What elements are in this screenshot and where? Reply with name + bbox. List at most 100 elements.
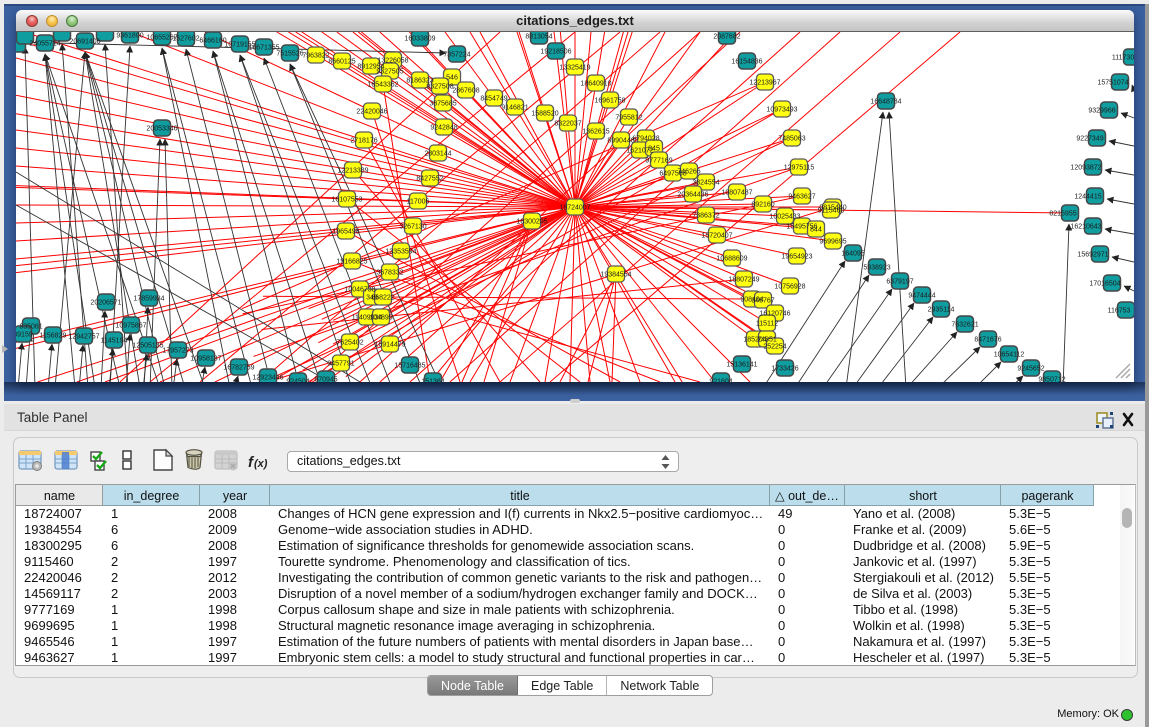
svg-text:9329966: 9329966 xyxy=(1088,108,1115,115)
svg-text:10046738: 10046738 xyxy=(344,287,375,294)
svg-text:2935114: 2935114 xyxy=(928,307,955,314)
svg-text:3824554: 3824554 xyxy=(692,180,719,187)
svg-text:13325419: 13325419 xyxy=(559,65,590,72)
svg-text:16914479: 16914479 xyxy=(374,342,405,349)
svg-text:12213967: 12213967 xyxy=(749,80,780,87)
svg-text:8215955: 8215955 xyxy=(1049,211,1076,218)
svg-text:17016504: 17016504 xyxy=(1089,281,1120,288)
svg-text:1733426: 1733426 xyxy=(771,366,798,373)
svg-text:9327508: 9327508 xyxy=(426,84,453,91)
svg-text:10958137: 10958137 xyxy=(190,356,221,363)
svg-text:1588520: 1588520 xyxy=(531,111,558,118)
svg-text:892160: 892160 xyxy=(751,202,774,209)
svg-text:19218506: 19218506 xyxy=(540,49,571,56)
svg-text:9457791: 9457791 xyxy=(327,361,354,368)
svg-text:20364436: 20364436 xyxy=(677,192,708,199)
svg-text:10975867: 10975867 xyxy=(115,323,146,330)
svg-text:845: 845 xyxy=(648,146,660,153)
svg-text:16107553: 16107553 xyxy=(331,197,362,204)
svg-text:2718176: 2718176 xyxy=(350,138,377,145)
svg-text:9242848: 9242848 xyxy=(430,125,457,132)
svg-text:18300295: 18300295 xyxy=(516,219,547,226)
svg-text:19384554: 19384554 xyxy=(600,272,631,279)
svg-text:8471676: 8471676 xyxy=(974,337,1001,344)
svg-text:1145194: 1145194 xyxy=(101,338,128,345)
svg-text:10807487: 10807487 xyxy=(721,190,752,197)
svg-text:15751074: 15751074 xyxy=(1097,80,1128,87)
svg-text:15692971: 15692971 xyxy=(1077,252,1108,259)
svg-text:870945: 870945 xyxy=(314,377,337,383)
svg-text:24055714: 24055714 xyxy=(29,41,60,48)
svg-text:10654112: 10654112 xyxy=(994,352,1025,359)
svg-text:9474444: 9474444 xyxy=(908,293,935,300)
svg-text:117006: 117006 xyxy=(407,199,430,206)
svg-text:10688609: 10688609 xyxy=(716,256,747,263)
svg-text:16210643: 16210643 xyxy=(1070,224,1101,231)
svg-text:24851: 24851 xyxy=(757,337,777,344)
svg-text:346767: 346767 xyxy=(751,298,774,305)
svg-text:16648784: 16648784 xyxy=(870,99,901,106)
svg-text:8427552: 8427552 xyxy=(416,176,443,183)
svg-text:16033809: 16033809 xyxy=(404,36,435,43)
svg-text:9699695: 9699695 xyxy=(819,239,846,246)
svg-text:19654923: 19654923 xyxy=(781,254,812,261)
svg-text:16154836: 16154836 xyxy=(731,59,762,66)
svg-text:7386372: 7386372 xyxy=(692,213,719,220)
svg-text:19166825: 19166825 xyxy=(336,259,367,266)
svg-text:12505135: 12505135 xyxy=(132,343,163,350)
svg-text:13353594: 13353594 xyxy=(385,249,416,256)
svg-text:164095: 164095 xyxy=(841,251,864,258)
svg-text:12923446: 12923446 xyxy=(252,375,283,382)
svg-text:16120746: 16120746 xyxy=(759,311,790,318)
svg-text:151364: 151364 xyxy=(421,379,444,383)
svg-text:16671355: 16671355 xyxy=(248,45,279,52)
svg-text:116753: 116753 xyxy=(1108,308,1131,315)
svg-text:18724007: 18724007 xyxy=(559,205,590,212)
svg-text:18640910: 18640910 xyxy=(580,81,611,88)
svg-text:12942757: 12942757 xyxy=(68,334,99,341)
svg-text:1117304: 1117304 xyxy=(1112,55,1134,62)
svg-text:(x): (x) xyxy=(254,458,268,470)
svg-text:2867608: 2867608 xyxy=(452,88,479,95)
svg-text:20206571: 20206571 xyxy=(90,300,121,307)
svg-text:104895: 104895 xyxy=(369,315,392,322)
svg-text:3678332: 3678332 xyxy=(376,270,403,277)
svg-text:2803144: 2803144 xyxy=(424,151,451,158)
svg-text:6794028: 6794028 xyxy=(632,136,659,143)
svg-text:746266: 746266 xyxy=(677,169,700,176)
svg-text:546: 546 xyxy=(446,75,458,82)
svg-text:1965498: 1965498 xyxy=(332,229,359,236)
svg-text:1244415: 1244415 xyxy=(1074,194,1101,201)
svg-text:6379197: 6379197 xyxy=(886,279,913,286)
svg-text:9850712: 9850712 xyxy=(1038,377,1065,383)
svg-text:20053346: 20053346 xyxy=(146,126,177,133)
svg-text:9227349: 9227349 xyxy=(1076,136,1103,143)
svg-text:17957273: 17957273 xyxy=(162,348,193,355)
svg-text:15716485: 15716485 xyxy=(394,363,425,370)
svg-text:7625402: 7625402 xyxy=(336,340,363,347)
svg-text:16782759: 16782759 xyxy=(223,365,254,372)
svg-text:17859934: 17859934 xyxy=(133,296,164,303)
svg-text:9361800: 9361800 xyxy=(116,33,143,40)
svg-text:12213389: 12213389 xyxy=(337,168,368,175)
svg-text:252254: 252254 xyxy=(763,344,786,351)
svg-text:9245652: 9245652 xyxy=(1017,366,1044,373)
svg-text:8660125: 8660125 xyxy=(328,59,355,66)
svg-text:3267130: 3267130 xyxy=(399,224,426,231)
svg-text:8454749: 8454749 xyxy=(480,96,507,103)
svg-text:7632621: 7632621 xyxy=(951,322,978,329)
svg-text:835061: 835061 xyxy=(19,324,42,331)
svg-text:22420046: 22420046 xyxy=(356,109,387,116)
svg-text:2087682: 2087682 xyxy=(713,34,740,41)
svg-text:10025433: 10025433 xyxy=(769,214,800,221)
svg-text:20691406: 20691406 xyxy=(69,39,100,46)
svg-text:39159: 39159 xyxy=(16,332,33,339)
svg-text:3875685: 3875685 xyxy=(429,101,456,108)
svg-text:10973493: 10973493 xyxy=(766,107,797,114)
svg-text:7357224: 7357224 xyxy=(443,52,470,59)
svg-text:15720407: 15720407 xyxy=(701,233,732,240)
svg-text:18807249: 18807249 xyxy=(728,277,759,284)
svg-text:844: 844 xyxy=(810,227,822,234)
svg-text:921604: 921604 xyxy=(709,379,732,383)
svg-text:7963822: 7963822 xyxy=(302,53,329,60)
